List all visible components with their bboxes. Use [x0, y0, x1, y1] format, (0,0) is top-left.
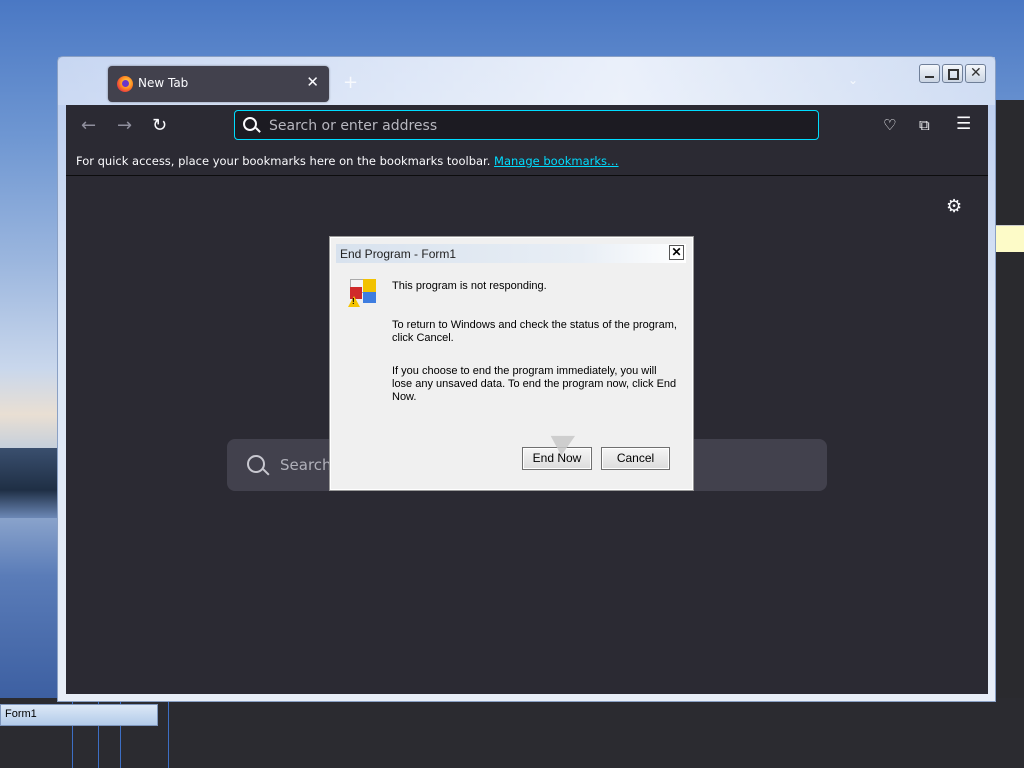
content-search-label: Search [280, 456, 332, 474]
maximize-button[interactable] [942, 64, 963, 83]
maximize-icon [948, 69, 959, 80]
nav-toolbar: ← → ↻ ♡ ⧉ ☰ [66, 105, 988, 147]
reload-icon[interactable]: ↻ [152, 115, 167, 136]
bookmarks-hint: For quick access, place your bookmarks h… [76, 154, 619, 168]
bookmarks-toolbar: For quick access, place your bookmarks h… [66, 147, 988, 176]
search-icon [243, 117, 257, 131]
firefox-icon [117, 76, 133, 92]
forward-arrow-icon[interactable]: → [117, 115, 132, 136]
dialog-title: End Program - Form1 [340, 247, 457, 261]
minimize-button[interactable] [919, 64, 940, 83]
warning-program-icon: ! [348, 277, 380, 309]
gear-icon[interactable]: ⚙ [946, 196, 962, 217]
minimize-icon [925, 76, 934, 78]
background-window-yellow-panel [996, 225, 1024, 252]
tab-label: New Tab [138, 76, 189, 90]
divider [168, 698, 169, 768]
dialog-message-2: To return to Windows and check the statu… [392, 319, 677, 344]
pocket-icon[interactable]: ♡ [883, 116, 896, 134]
hamburger-menu-icon[interactable]: ☰ [956, 114, 971, 134]
taskbar-item-form1[interactable]: Form1 [0, 704, 158, 726]
list-all-tabs-chevron-icon[interactable]: ⌄ [848, 73, 858, 87]
search-icon [247, 455, 265, 473]
dialog-close-button[interactable]: ✕ [669, 245, 684, 260]
back-arrow-icon[interactable]: ← [81, 115, 96, 136]
bookmarks-hint-text: For quick access, place your bookmarks h… [76, 154, 491, 168]
address-input[interactable] [267, 117, 811, 135]
close-window-button[interactable]: ✕ [965, 64, 986, 83]
address-bar[interactable] [234, 110, 819, 140]
extensions-puzzle-icon[interactable]: ⧉ [919, 116, 930, 134]
dialog-title-bar: End Program - Form1 ✕ [336, 244, 686, 263]
dialog-message-1: This program is not responding. [392, 280, 547, 292]
end-program-dialog: End Program - Form1 ✕ ! This program is … [329, 236, 694, 491]
close-tab-icon[interactable]: ✕ [306, 73, 319, 91]
close-icon: ✕ [970, 65, 982, 81]
cancel-button[interactable]: Cancel [601, 447, 670, 470]
new-tab-button[interactable]: + [343, 72, 358, 93]
tab-new-tab[interactable]: New Tab ✕ [108, 66, 329, 102]
manage-bookmarks-link[interactable]: Manage bookmarks… [494, 154, 619, 168]
dialog-message-3: If you choose to end the program immedia… [392, 365, 677, 403]
